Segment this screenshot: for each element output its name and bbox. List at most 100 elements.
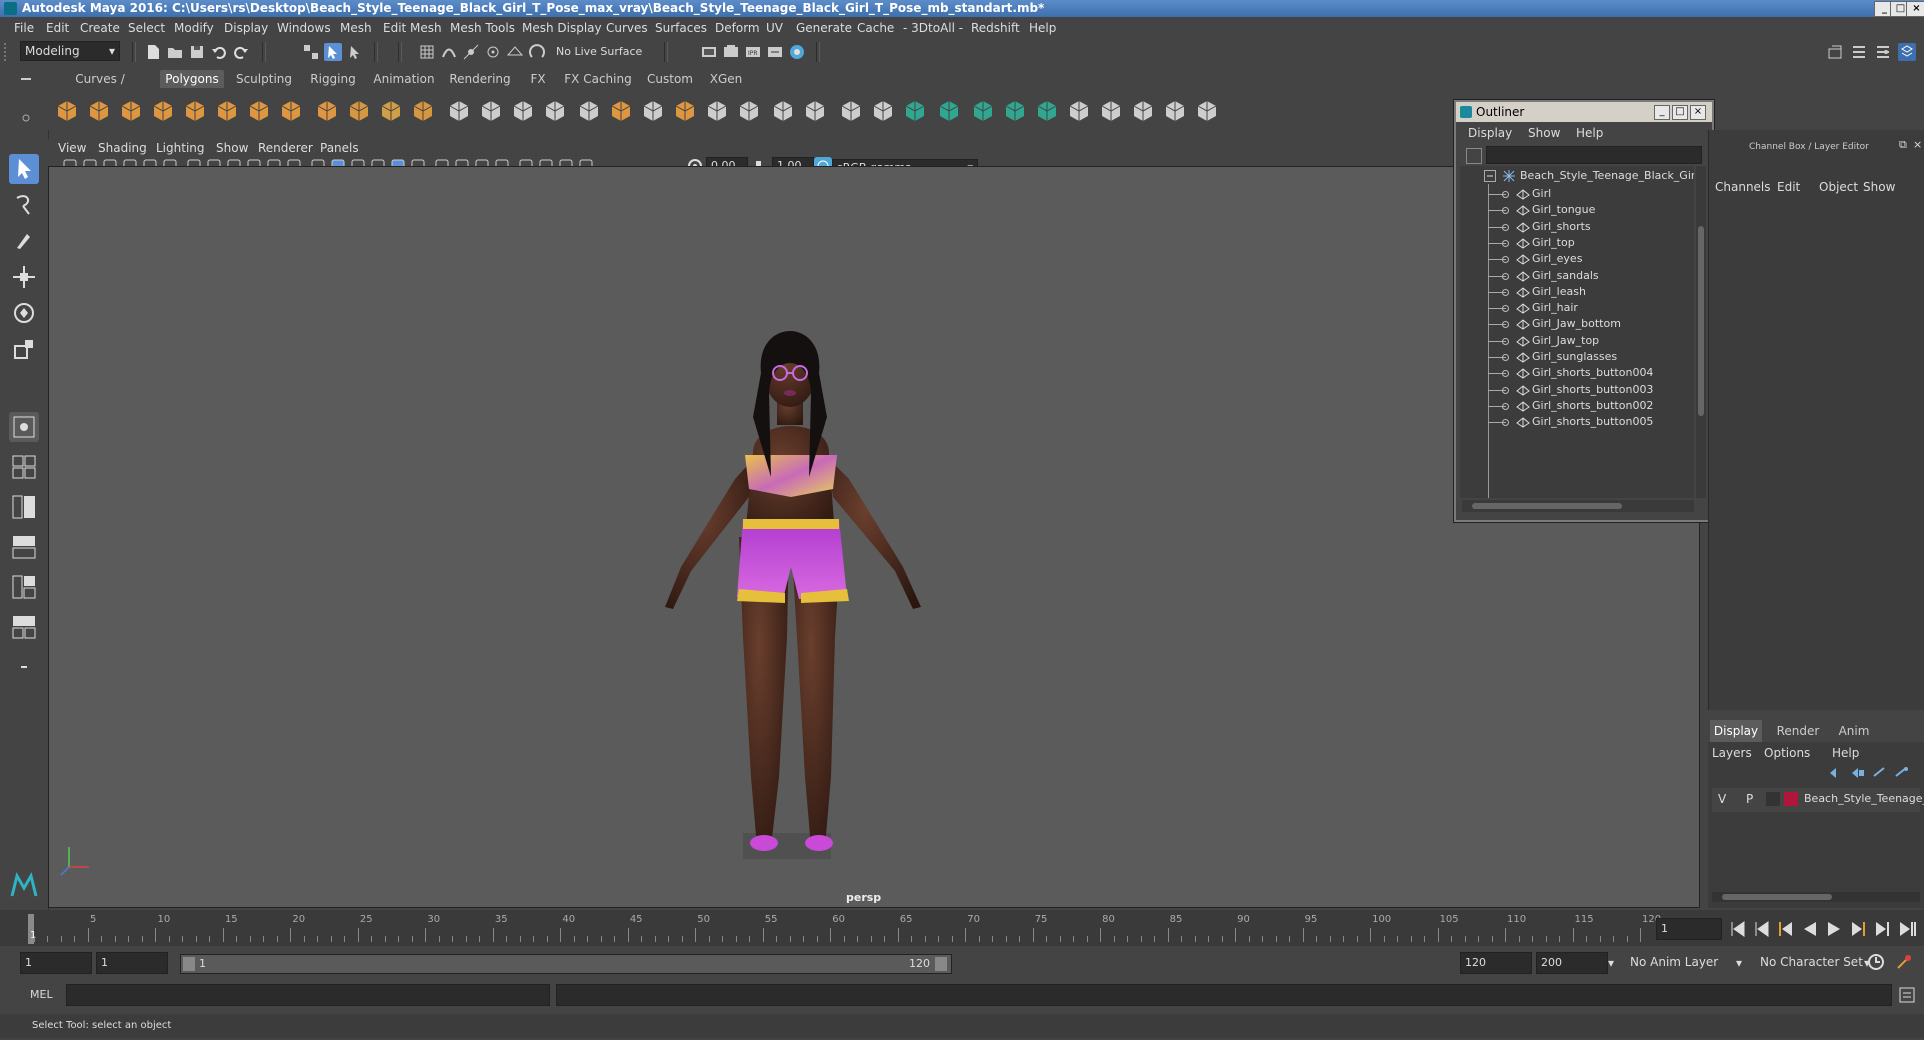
- move-layer-up-icon[interactable]: [1828, 766, 1844, 780]
- tab-fx[interactable]: FX: [522, 70, 554, 88]
- girl-shorts[interactable]: [737, 519, 847, 599]
- layer-tab-display[interactable]: Display: [1710, 720, 1762, 742]
- cylindrical-mapping-icon[interactable]: [1066, 98, 1092, 124]
- append-icon[interactable]: [770, 98, 796, 124]
- menu-surfaces[interactable]: Surfaces: [655, 21, 707, 35]
- menu-mesh-tools[interactable]: Mesh Tools: [450, 21, 515, 35]
- command-language-label[interactable]: MEL: [30, 988, 53, 1001]
- menu-select[interactable]: Select: [128, 21, 165, 35]
- sculpt-icon[interactable]: [1194, 98, 1220, 124]
- cone-icon[interactable]: [150, 98, 176, 124]
- hypershade-icon[interactable]: [788, 43, 806, 61]
- undo-icon[interactable]: [210, 43, 228, 61]
- paint-select-tool-icon[interactable]: [9, 226, 39, 256]
- chevron-down-icon[interactable]: ▾: [1736, 956, 1742, 970]
- prism-icon[interactable]: [346, 98, 372, 124]
- outliner-horizontal-scroll-thumb[interactable]: [1472, 503, 1622, 509]
- automatic-mapping-icon[interactable]: [1002, 98, 1028, 124]
- create-empty-layer-icon[interactable]: [1872, 766, 1888, 780]
- rotate-tool-icon[interactable]: [9, 298, 39, 328]
- redo-icon[interactable]: [232, 43, 250, 61]
- perspective-viewport[interactable]: [48, 166, 1700, 908]
- select-by-hierarchy-icon[interactable]: [302, 43, 320, 61]
- save-scene-icon[interactable]: [188, 43, 206, 61]
- layer-tab-render[interactable]: Render: [1772, 720, 1824, 742]
- outliner-item[interactable]: Girl_tongue: [1532, 202, 1595, 218]
- outliner-item[interactable]: Girl_shorts_button005: [1532, 414, 1653, 430]
- panel-menu-panels[interactable]: Panels: [320, 141, 359, 155]
- current-frame-field[interactable]: 1: [1656, 918, 1722, 940]
- menu-mesh-display[interactable]: Mesh Display: [522, 21, 602, 35]
- collapse-icon[interactable]: [1484, 170, 1496, 182]
- layer-scroll-thumb[interactable]: [1722, 894, 1832, 900]
- menu-create[interactable]: Create: [80, 21, 120, 35]
- outliner-minimize-button[interactable]: _: [1654, 105, 1670, 120]
- character-set-dropdown[interactable]: No Character Set: [1756, 952, 1872, 972]
- channel-menu-object[interactable]: Object: [1819, 180, 1858, 194]
- outliner-item[interactable]: Girl_shorts_button002: [1532, 398, 1653, 414]
- channel-menu-channels[interactable]: Channels: [1715, 180, 1771, 194]
- modeling-toolkit-icon[interactable]: [1826, 43, 1844, 61]
- cube-icon[interactable]: [86, 98, 112, 124]
- expand-circle-icon[interactable]: [1502, 337, 1509, 345]
- menu-file[interactable]: File: [14, 21, 34, 35]
- outliner-item[interactable]: Girl: [1532, 186, 1551, 202]
- layer-tab-anim[interactable]: Anim: [1828, 720, 1880, 742]
- outliner-item[interactable]: Girl_Jaw_bottom: [1532, 316, 1621, 332]
- time-slider[interactable]: [0, 910, 1924, 946]
- persp-graph-layout-icon[interactable]: [9, 532, 39, 562]
- expand-circle-icon[interactable]: [1502, 402, 1509, 410]
- playback-start-field[interactable]: 1: [96, 952, 168, 974]
- expand-circle-icon[interactable]: [1502, 256, 1509, 264]
- outliner-horizontal-scrollbar[interactable]: [1462, 500, 1694, 512]
- tool-settings-icon[interactable]: [1874, 43, 1892, 61]
- mirror-icon[interactable]: [936, 98, 962, 124]
- snap-to-view-plane-icon[interactable]: [506, 43, 524, 61]
- bevel-icon[interactable]: [672, 98, 698, 124]
- expand-circle-icon[interactable]: [1502, 207, 1509, 215]
- expand-circle-icon[interactable]: [1502, 305, 1509, 313]
- expand-circle-icon[interactable]: [1502, 419, 1509, 427]
- channel-box-float-icon[interactable]: ⧉: [1899, 138, 1907, 152]
- layout-menu-icon[interactable]: [9, 652, 39, 682]
- layer-visibility-toggle[interactable]: V: [1718, 792, 1726, 806]
- extrude-icon[interactable]: [736, 98, 762, 124]
- right-sandal[interactable]: [805, 835, 833, 851]
- chevron-down-icon[interactable]: ▾: [1608, 956, 1614, 970]
- menu-cache[interactable]: Cache: [857, 21, 894, 35]
- channel-box-toggle-icon[interactable]: [1898, 43, 1916, 61]
- range-end-handle[interactable]: [935, 957, 947, 971]
- menu-windows[interactable]: Windows: [277, 21, 331, 35]
- move-tool-icon[interactable]: [9, 262, 39, 292]
- attribute-editor-icon[interactable]: [1850, 43, 1868, 61]
- animation-start-field[interactable]: 1: [20, 952, 92, 974]
- layer-menu-layers[interactable]: Layers: [1712, 746, 1752, 760]
- left-sandal[interactable]: [750, 835, 778, 851]
- lasso-tool-icon[interactable]: [9, 190, 39, 220]
- hypershade-layout-icon[interactable]: [9, 572, 39, 602]
- menu-modify[interactable]: Modify: [174, 21, 214, 35]
- range-slider[interactable]: 1 120: [180, 954, 952, 974]
- menu-help[interactable]: Help: [1029, 21, 1056, 35]
- auto-key-icon[interactable]: [1866, 952, 1886, 972]
- separate-icon[interactable]: [608, 98, 634, 124]
- expand-circle-icon[interactable]: [1502, 386, 1509, 394]
- single-perspective-layout-icon[interactable]: [9, 412, 39, 442]
- render-current-frame-icon[interactable]: [722, 43, 740, 61]
- panel-menu-show[interactable]: Show: [216, 141, 248, 155]
- menu-edit[interactable]: Edit: [46, 21, 69, 35]
- outliner-item[interactable]: Girl_Jaw_top: [1532, 333, 1599, 349]
- select-tool-icon[interactable]: [9, 154, 39, 184]
- pyramid-icon[interactable]: [314, 98, 340, 124]
- planar-mapping-icon[interactable]: [1034, 98, 1060, 124]
- layer-horizontal-scrollbar[interactable]: [1712, 892, 1920, 902]
- move-layer-down-icon[interactable]: [1850, 766, 1866, 780]
- menu-redshift[interactable]: Redshift: [971, 21, 1020, 35]
- panel-menu-renderer[interactable]: Renderer: [258, 141, 313, 155]
- layer-menu-help[interactable]: Help: [1832, 746, 1859, 760]
- outliner-search-input[interactable]: [1486, 146, 1702, 164]
- command-input[interactable]: [66, 984, 550, 1006]
- outliner-filter-icon[interactable]: [1466, 148, 1482, 164]
- channel-box-close-icon[interactable]: ×: [1913, 138, 1922, 151]
- tab-rendering[interactable]: Rendering: [448, 70, 512, 88]
